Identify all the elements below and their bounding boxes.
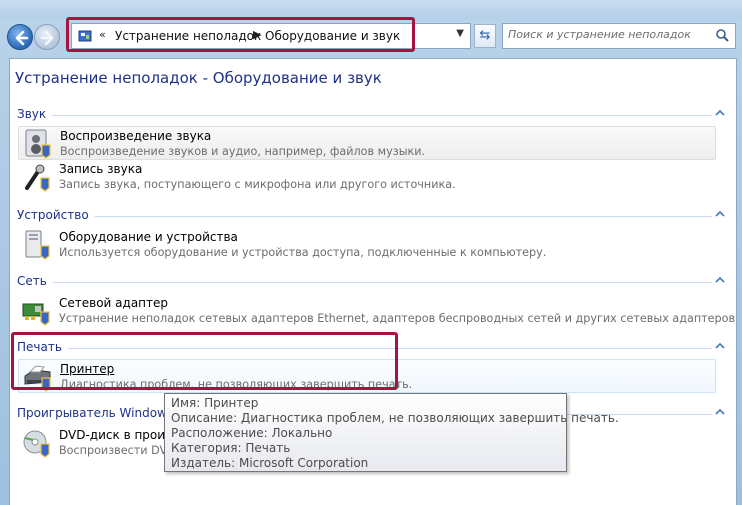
address-highlight-box [66, 17, 415, 52]
dvd-icon [23, 430, 50, 458]
item-description: Воспроизведение звуков и аудио, например… [60, 145, 426, 158]
printer-tooltip: Имя: Принтер Описание: Диагностика пробл… [164, 393, 619, 472]
search-input[interactable] [508, 28, 708, 41]
explorer-toolbar: « Устранение неполадок ▶ Оборудование и … [0, 0, 742, 64]
hardware-icon [25, 230, 50, 260]
chevron-up-icon[interactable] [714, 208, 726, 220]
printer-highlight-box [11, 332, 398, 390]
item-description: Устранение неполадок сетевых адаптеров E… [59, 312, 737, 325]
microphone-icon [25, 164, 50, 192]
chevron-up-icon[interactable] [714, 406, 726, 418]
search-box[interactable] [502, 23, 736, 49]
forward-button[interactable] [34, 24, 60, 50]
search-icon[interactable] [715, 28, 729, 42]
divider [18, 282, 712, 283]
troubleshooter-network-adapter[interactable]: Сетевой адаптер Устранение неполадок сет… [18, 294, 736, 328]
chevron-up-icon[interactable] [714, 274, 726, 286]
arrow-right-icon [40, 30, 54, 46]
group-title: Звук [17, 107, 53, 121]
refresh-button[interactable]: ⇆ [474, 24, 496, 48]
group-header-sound[interactable]: Звук [10, 107, 736, 123]
tooltip-category: Категория: Печать [171, 441, 291, 455]
group-title: Устройство [17, 208, 95, 222]
network-adapter-icon [22, 303, 50, 326]
troubleshooter-hardware-devices[interactable]: Оборудование и устройства Используется о… [18, 228, 716, 262]
group-title: Сеть [17, 274, 53, 288]
item-title: Сетевой адаптер [59, 296, 169, 310]
divider [18, 115, 712, 116]
refresh-icon: ⇆ [479, 28, 491, 43]
chevron-up-icon[interactable] [714, 107, 726, 119]
speaker-icon [25, 129, 51, 159]
item-description: Запись звука, поступающего с микрофона и… [59, 178, 456, 191]
item-title: Оборудование и устройства [59, 230, 238, 244]
page-title: Устранение неполадок - Оборудование и зв… [15, 69, 382, 87]
address-dropdown-icon[interactable]: ▼ [456, 28, 464, 39]
chevron-up-icon[interactable] [714, 340, 726, 352]
item-title: Запись звука [59, 162, 143, 176]
tooltip-name: Имя: Принтер [171, 396, 259, 410]
arrow-left-icon [15, 30, 29, 46]
tooltip-location: Расположение: Локально [171, 426, 333, 440]
item-description: Используется оборудование и устройства д… [59, 246, 547, 259]
troubleshooter-sound-playback[interactable]: Воспроизведение звука Воспроизведение зв… [18, 126, 716, 160]
item-description: Воспроизвести DVD [59, 444, 176, 457]
item-title: Воспроизведение звука [60, 129, 212, 143]
item-title: DVD-диск в проигр [59, 428, 179, 442]
group-header-device[interactable]: Устройство [10, 208, 736, 224]
tooltip-publisher: Издатель: Microsoft Corporation [171, 456, 369, 470]
back-button[interactable] [7, 24, 33, 50]
troubleshooter-sound-recording[interactable]: Запись звука Запись звука, поступающего … [18, 160, 716, 194]
divider [18, 216, 712, 217]
group-header-network[interactable]: Сеть [10, 274, 736, 290]
tooltip-description: Описание: Диагностика проблем, не позвол… [171, 411, 619, 425]
